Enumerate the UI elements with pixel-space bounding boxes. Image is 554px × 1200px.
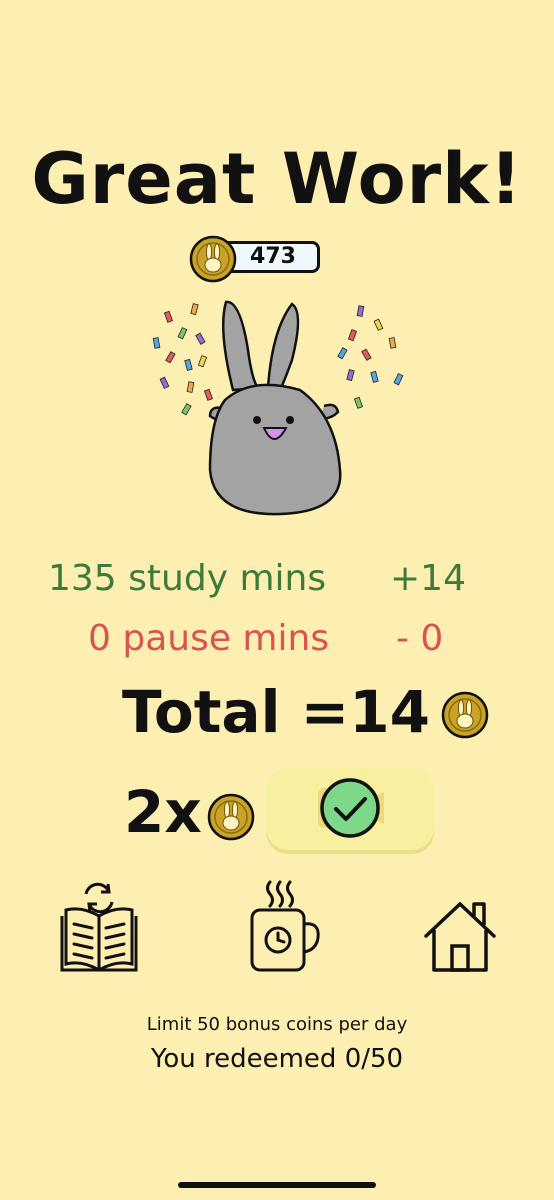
- bunny-eye-right: [286, 416, 294, 424]
- double-coins-button[interactable]: [266, 768, 434, 850]
- bunny-coin-icon: [189, 235, 237, 283]
- study-minutes-line: 135 study mins: [48, 558, 326, 599]
- pause-minutes-value: 0: [88, 618, 111, 659]
- coin-balance: 473: [188, 234, 338, 284]
- multiplier-label: 2x: [124, 778, 202, 846]
- book-refresh-icon[interactable]: [58, 880, 140, 978]
- coffee-clock-icon[interactable]: [246, 878, 324, 976]
- coin-balance-value: 473: [250, 244, 296, 269]
- page-title: Great Work!: [31, 138, 523, 220]
- study-bonus: +14: [390, 558, 466, 599]
- home-indicator[interactable]: [178, 1182, 376, 1188]
- celebrating-bunny-illustration: [152, 300, 404, 516]
- redeemed-count-text: You redeemed 0/50: [150, 1044, 404, 1074]
- pause-penalty: - 0: [396, 618, 444, 659]
- pause-minutes-line: 0 pause mins: [88, 618, 329, 659]
- study-minutes-value: 135: [48, 558, 117, 599]
- total-coins-label: Total =14: [122, 678, 430, 746]
- pause-minutes-label: pause mins: [122, 618, 330, 659]
- bunny: [208, 300, 342, 516]
- house-icon[interactable]: [420, 898, 500, 974]
- bunny-eye-left: [253, 416, 261, 424]
- bunny-coin-icon: [207, 793, 255, 841]
- bunny-coin-icon: [441, 691, 489, 739]
- checkmark-icon: [320, 778, 380, 838]
- study-minutes-label: study mins: [128, 558, 327, 599]
- bonus-limit-text: Limit 50 bonus coins per day: [146, 1014, 408, 1035]
